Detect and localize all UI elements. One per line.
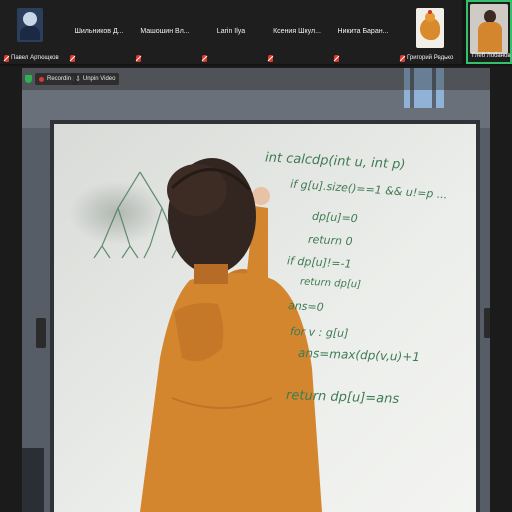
participant-avatar — [17, 8, 43, 42]
participant-tile-6[interactable]: Григорий Редько — [396, 0, 462, 64]
participant-tile-2[interactable]: Машошин Вл... — [132, 0, 198, 64]
main-video-stage: int calcdp(int u, int p) if g[u].size()=… — [0, 68, 512, 512]
mic-muted-icon — [334, 55, 339, 62]
mic-muted-icon — [4, 54, 9, 62]
participant-name: Larin Ilya — [216, 28, 246, 35]
code-line: return 0 — [307, 232, 353, 249]
unpin-video-label: Unpin Video — [82, 76, 116, 82]
mic-muted-icon — [268, 55, 273, 62]
participant-name: Никита Баран... — [337, 28, 389, 35]
code-line: if dp[u]!=-1 — [286, 254, 352, 271]
participant-video — [470, 4, 508, 54]
mic-muted-icon — [202, 55, 207, 62]
code-line: dp[u]=0 — [311, 209, 359, 226]
participant-tile-3[interactable]: Larin Ilya — [198, 0, 264, 64]
code-line: ans=max(dp(v,u)+1 — [297, 345, 421, 365]
unpin-video-button[interactable]: ⇩ Unpin Video — [71, 73, 120, 85]
mic-muted-icon — [400, 54, 405, 62]
participant-name: Григорий Редько — [407, 55, 454, 61]
participant-tile-0[interactable]: Павел Артющков — [0, 0, 66, 64]
mic-muted-icon — [70, 55, 75, 62]
participant-name: Глеб Лобанов — [472, 53, 511, 59]
recording-dot-icon — [39, 76, 44, 82]
code-line: return dp[u] — [299, 276, 362, 291]
code-line: return dp[u]=ans — [285, 388, 400, 407]
participant-strip: Павел Артющков Шильников Д... Машошин Вл… — [0, 0, 512, 66]
shield-icon[interactable] — [25, 75, 32, 83]
code-line: if g[u].size()==1 && u!=p ... — [289, 177, 448, 202]
participant-tile-1[interactable]: Шильников Д... — [66, 0, 132, 64]
mic-muted-icon — [136, 55, 141, 62]
whiteboard-code: int calcdp(int u, int p) if g[u].size()=… — [0, 68, 512, 512]
code-line: for v : g[u] — [289, 324, 349, 341]
participant-name: Машошин Вл... — [140, 28, 190, 35]
participant-name: Ксения Шкул... — [273, 28, 321, 35]
participant-name: Павел Артющков — [11, 55, 59, 61]
code-line: ans=0 — [287, 299, 324, 314]
code-line: int calcdp(int u, int p) — [264, 150, 406, 173]
participant-name: Шильников Д... — [74, 28, 124, 35]
participant-avatar — [416, 8, 444, 48]
participant-tile-4[interactable]: Ксения Шкул... — [264, 0, 330, 64]
pin-icon: ⇩ — [75, 76, 81, 83]
participant-tile-7[interactable]: Глеб Лобанов — [466, 0, 512, 64]
participant-tile-5[interactable]: Никита Баран... — [330, 0, 396, 64]
